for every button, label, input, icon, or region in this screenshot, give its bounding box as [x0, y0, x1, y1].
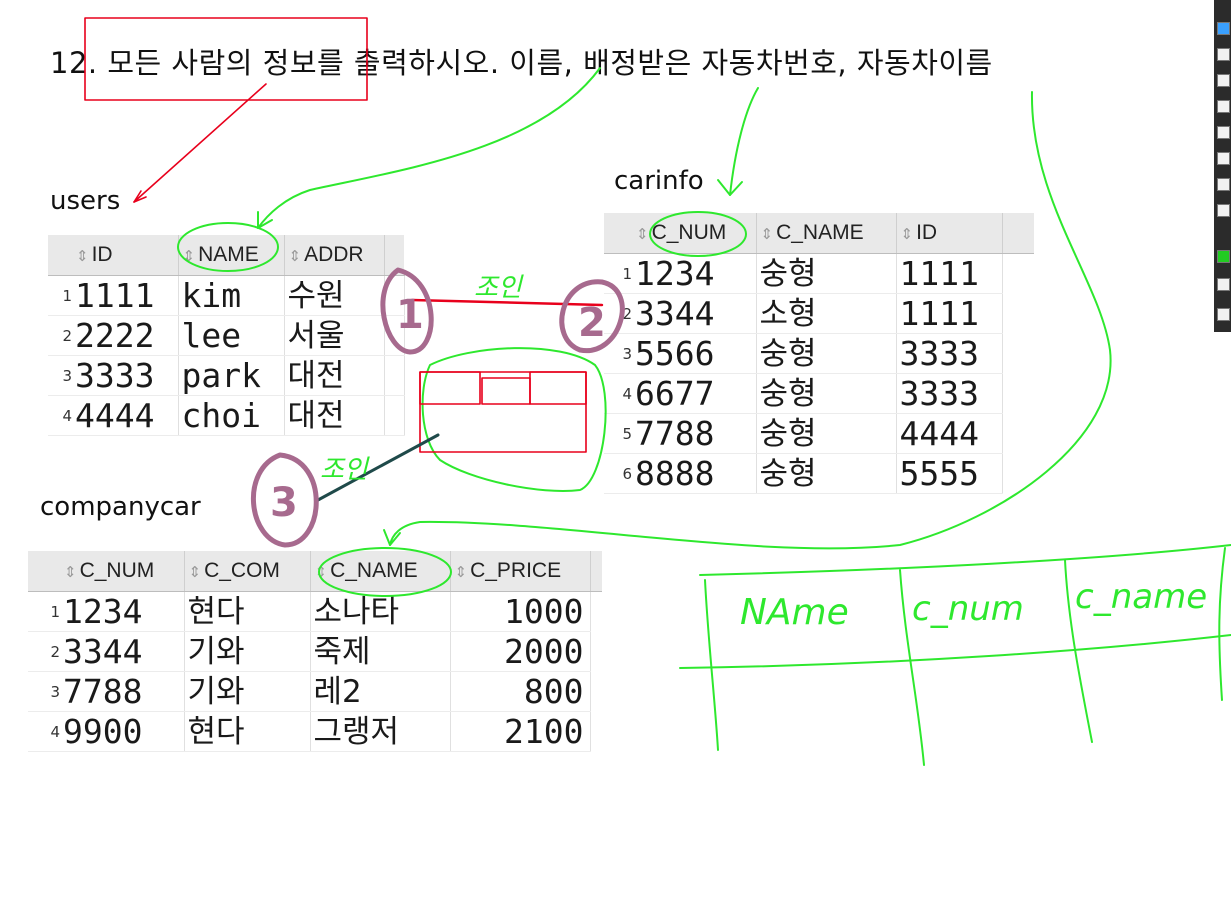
users-table-title: users — [50, 186, 121, 216]
red-sketch-cell — [481, 377, 531, 405]
column-header-id[interactable]: ⇕ ID — [896, 213, 1003, 254]
result-table-right-line — [1218, 547, 1226, 701]
sort-icon[interactable]: ⇕ — [289, 248, 302, 265]
sort-icon[interactable]: ⇕ — [76, 248, 89, 265]
row-number-header — [604, 213, 632, 254]
column-header-c-price[interactable]: ⇕ C_PRICE — [450, 551, 591, 592]
column-header-addr[interactable]: ⇕ ADDR — [284, 235, 385, 276]
table-row[interactable]: 4 4444 choi 대전 — [48, 395, 405, 436]
table-row[interactable]: 2 3344 소형 1111 — [604, 293, 1034, 334]
sort-icon[interactable]: ⇕ — [455, 564, 468, 581]
sort-icon[interactable]: ⇕ — [189, 564, 202, 581]
sort-icon[interactable]: ⇕ — [315, 564, 328, 581]
result-table-divider-2 — [1064, 559, 1093, 743]
companycar-table: ⇕ C_NUM ⇕ C_COM ⇕ C_NAME ⇕ C_PRICE 1 1234 현다 소나… — [28, 551, 602, 752]
column-header-c-num[interactable]: ⇕ C_NUM — [60, 551, 185, 592]
column-header-c-name[interactable]: ⇕ C_NAME — [310, 551, 451, 592]
carinfo-table: ⇕ C_NUM ⇕ C_NAME ⇕ ID 1 1234 숭형 1111 2 3344 소형 11… — [604, 213, 1034, 494]
row-number-header — [48, 235, 72, 276]
red-arrow-head — [133, 190, 147, 203]
column-header-c-num[interactable]: ⇕ C_NUM — [632, 213, 757, 254]
table-row[interactable]: 3 3333 park 대전 — [48, 355, 405, 396]
sort-icon[interactable]: ⇕ — [761, 226, 774, 243]
result-header-c-num: c_num — [912, 589, 1024, 629]
arrow-tool-icon[interactable] — [1217, 74, 1230, 87]
question-text: 12. 모든 사람의 정보를 출력하시오. 이름, 배정받은 자동차번호, 자동… — [50, 46, 993, 80]
companycar-table-title: companycar — [40, 492, 201, 522]
green-color-swatch[interactable] — [1217, 250, 1230, 263]
row-number-header — [28, 551, 60, 592]
green-arrow-to-name — [257, 67, 601, 229]
circle-number-2: 2 — [578, 300, 606, 346]
table-row[interactable]: 4 6677 숭형 3333 — [604, 373, 1034, 414]
text-tool-icon[interactable] — [1217, 178, 1230, 191]
column-header-name[interactable]: ⇕ NAME — [178, 235, 285, 276]
sort-icon[interactable]: ⇕ — [64, 564, 77, 581]
table-row[interactable]: 2 3344 기와 죽제 2000 — [28, 631, 602, 672]
carinfo-table-title: carinfo — [614, 166, 704, 196]
join-label-2: 조인 — [320, 455, 370, 485]
circle-number-3: 3 — [270, 480, 298, 526]
back-arrow-icon[interactable] — [1217, 308, 1230, 321]
stroke-width-icon[interactable] — [1217, 278, 1230, 291]
sort-icon[interactable]: ⇕ — [183, 248, 196, 265]
table-row[interactable]: 1 1234 숭형 1111 — [604, 253, 1034, 294]
column-header-id[interactable]: ⇕ ID — [72, 235, 179, 276]
pen-tool-icon[interactable] — [1217, 22, 1230, 35]
purple-circle-3 — [250, 452, 319, 548]
undo-icon[interactable] — [1217, 204, 1230, 217]
green-scribble-outline — [421, 347, 607, 492]
red-sketch-table — [419, 371, 587, 453]
result-header-c-name: c_name — [1075, 577, 1207, 617]
column-header-c-name[interactable]: ⇕ C_NAME — [756, 213, 897, 254]
red-sketch-cell — [529, 371, 587, 405]
table-row[interactable]: 1 1234 현다 소나타 1000 — [28, 591, 602, 632]
table-row[interactable]: 2 2222 lee 서울 — [48, 315, 405, 356]
table-row[interactable]: 3 7788 기와 레2 800 — [28, 671, 602, 712]
result-table-top-line — [699, 544, 1231, 576]
side-toolbar — [1214, 0, 1231, 332]
result-table-left-line — [704, 579, 719, 751]
result-header-name: NAme — [740, 592, 849, 633]
table-row[interactable]: 1 1111 kim 수원 — [48, 275, 405, 316]
green-arrow-head — [383, 529, 401, 546]
dark-join-line — [316, 433, 440, 502]
result-table-header-line — [679, 634, 1231, 669]
column-header-c-com[interactable]: ⇕ C_COM — [184, 551, 311, 592]
red-arrow — [133, 83, 267, 203]
sort-icon[interactable]: ⇕ — [636, 226, 649, 243]
rectangle-tool-icon[interactable] — [1217, 126, 1230, 139]
ellipse-tool-icon[interactable] — [1217, 152, 1230, 165]
green-arrow-head — [717, 179, 743, 196]
curve-tool-icon[interactable] — [1217, 100, 1230, 113]
line-tool-icon[interactable] — [1217, 48, 1230, 61]
table-row[interactable]: 3 5566 숭형 3333 — [604, 333, 1034, 374]
join-label-1: 조인 — [474, 273, 524, 303]
result-table-divider-1 — [899, 569, 925, 766]
red-join-line — [410, 298, 604, 307]
green-arrow-to-c-num — [729, 87, 759, 196]
table-row[interactable]: 5 7788 숭형 4444 — [604, 413, 1034, 454]
users-table: ⇕ ID ⇕ NAME ⇕ ADDR 1 1111 kim 수원 2 2222 lee 서울 33… — [48, 235, 405, 436]
sort-icon[interactable]: ⇕ — [901, 226, 914, 243]
table-row[interactable]: 6 8888 숭형 5555 — [604, 453, 1034, 494]
table-row[interactable]: 4 9900 현다 그랭저 2100 — [28, 711, 602, 752]
red-sketch-cell — [419, 371, 481, 405]
green-arrow-head — [257, 211, 273, 229]
